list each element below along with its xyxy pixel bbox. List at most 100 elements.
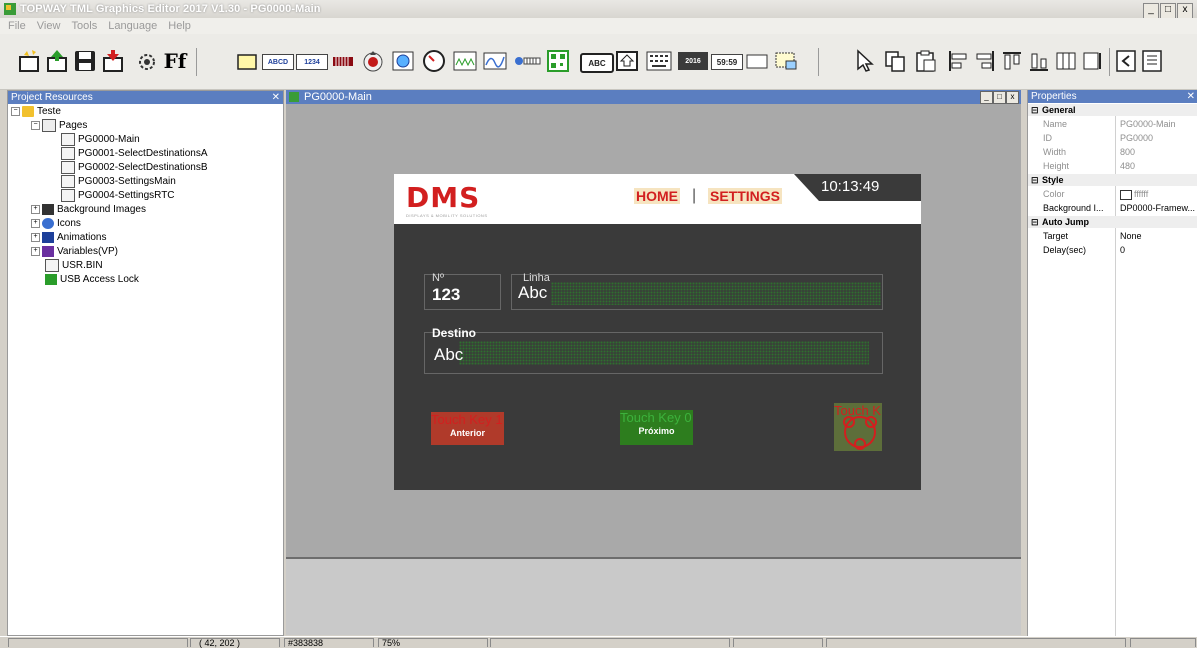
align-bottom-icon[interactable] [1027, 46, 1051, 76]
knob-icon[interactable] [360, 46, 386, 76]
property-row[interactable]: ID PG0000 [1028, 132, 1197, 144]
property-value[interactable]: ffffff [1134, 188, 1148, 200]
qr-icon[interactable] [545, 46, 571, 76]
panel-pin-close[interactable]: ✕ [267, 91, 280, 104]
section-auto-jump[interactable]: ⊟ Auto Jump [1028, 216, 1197, 228]
expand-toggle[interactable]: + [31, 232, 40, 242]
property-value[interactable]: None [1120, 230, 1142, 242]
abc-input-icon[interactable]: ABC [580, 53, 614, 73]
property-row[interactable]: Name PG0000-Main [1028, 118, 1197, 130]
section-style[interactable]: ⊟ Style [1028, 174, 1197, 186]
settings-icon[interactable] [134, 46, 160, 76]
collapse-toggle[interactable]: ⊟ [1031, 104, 1039, 116]
slider-icon[interactable] [512, 46, 542, 76]
align-top-icon[interactable] [1000, 46, 1024, 76]
page-preview[interactable]: DMS DISPLAYS & MOBILITY SOLUTIONS HOME |… [394, 174, 921, 490]
nav-home[interactable]: HOME [634, 188, 680, 204]
page-icon [61, 175, 75, 188]
menu-language[interactable]: Language [108, 18, 157, 34]
tree-usr-bin[interactable]: USR.BIN [45, 259, 103, 273]
close-button[interactable]: x [1177, 3, 1193, 19]
expand-toggle[interactable]: + [31, 246, 40, 256]
gauge-icon[interactable] [421, 46, 447, 76]
nav-separator: | [692, 187, 697, 204]
tree-label: Variables(VP) [57, 246, 118, 257]
expand-toggle[interactable]: + [31, 218, 40, 228]
time-icon[interactable]: 59:59 [711, 54, 743, 70]
text-abcd-icon[interactable]: ABCD [262, 54, 294, 70]
line-chart-icon[interactable] [482, 46, 508, 76]
rect-area-icon[interactable] [235, 46, 259, 76]
collapse-toggle[interactable]: − [31, 121, 40, 130]
section-general[interactable]: ⊟ General [1028, 104, 1197, 116]
tree-page-item[interactable]: PG0002-SelectDestinationsB [61, 161, 208, 175]
properties-panel: Properties ✕ ⊟ General Name PG0000-Main ID… [1027, 90, 1197, 636]
property-value[interactable]: DP0000-Framew... [1120, 202, 1195, 214]
distribute-icon[interactable] [1054, 46, 1078, 76]
tree-usb-access-lock[interactable]: USB Access Lock [45, 273, 139, 287]
color-swatch[interactable] [1120, 190, 1132, 200]
paste-icon[interactable] [913, 46, 939, 76]
panel-pin-close[interactable]: ✕ [1182, 90, 1195, 103]
bar-icon[interactable] [330, 46, 356, 76]
maximize-button[interactable]: □ [1160, 3, 1176, 19]
copy-icon[interactable] [882, 46, 908, 76]
property-value[interactable]: 0 [1120, 244, 1125, 256]
folder-icon [22, 105, 34, 117]
tree-animations[interactable]: + Animations [31, 231, 106, 245]
menu-view[interactable]: View [37, 18, 61, 34]
property-row[interactable]: Target None [1028, 230, 1197, 242]
touch-key-icon[interactable] [390, 46, 416, 76]
menu-help[interactable]: Help [168, 18, 191, 34]
align-left-icon[interactable] [946, 46, 970, 76]
image-icon [42, 203, 54, 215]
tree-variables[interactable]: + Variables(VP) [31, 245, 118, 259]
property-row[interactable]: Delay(sec) 0 [1028, 244, 1197, 256]
tree-page-item[interactable]: PG0004-SettingsRTC [61, 189, 175, 203]
expand-toggle[interactable]: + [31, 204, 40, 214]
pointer-icon[interactable] [852, 46, 878, 76]
popup-key-icon[interactable] [614, 46, 640, 76]
more-icon[interactable] [1140, 46, 1164, 76]
property-row[interactable]: Width 800 [1028, 146, 1197, 158]
menu-tools[interactable]: Tools [72, 18, 98, 34]
save-icon[interactable] [72, 46, 98, 76]
tree-root[interactable]: − Teste [11, 105, 61, 119]
collapse-toggle[interactable]: ⊟ [1031, 174, 1039, 186]
property-value[interactable]: 800 [1120, 146, 1135, 158]
export-icon[interactable] [100, 46, 126, 76]
size-icon[interactable] [1081, 46, 1105, 76]
menu-file[interactable]: File [8, 18, 26, 34]
align-right-icon[interactable] [973, 46, 997, 76]
frame-icon[interactable] [744, 46, 770, 76]
tree-page-item[interactable]: PG0001-SelectDestinationsA [61, 147, 208, 161]
property-row[interactable]: Color ffffff [1028, 188, 1197, 200]
waveform-icon[interactable] [452, 46, 478, 76]
editor-minimize-button[interactable]: _ [980, 91, 993, 104]
tree-background-images[interactable]: + Background Images [31, 203, 146, 217]
select-area-icon[interactable] [773, 46, 799, 76]
font-icon[interactable]: Ff [162, 46, 188, 76]
keyboard-icon[interactable] [644, 46, 674, 76]
editor-restore-button[interactable]: □ [993, 91, 1006, 104]
tree-page-item[interactable]: PG0003-SettingsMain [61, 175, 176, 189]
open-project-icon[interactable] [44, 46, 70, 76]
property-row[interactable]: Background I... DP0000-Framew... [1028, 202, 1197, 214]
date-icon[interactable]: 2016 [678, 52, 708, 70]
property-value[interactable]: 480 [1120, 160, 1135, 172]
minimize-button[interactable]: _ [1143, 3, 1159, 19]
collapse-toggle[interactable]: − [11, 106, 20, 116]
collapse-toggle[interactable]: ⊟ [1031, 216, 1039, 228]
tree-page-item[interactable]: PG0000-Main [61, 133, 140, 147]
tree-pages[interactable]: − Pages [31, 119, 87, 133]
nav-settings[interactable]: SETTINGS [708, 188, 783, 204]
editor-tab-title[interactable]: PG0000-Main [304, 90, 372, 104]
new-project-icon[interactable] [16, 46, 42, 76]
property-value[interactable]: PG0000 [1120, 132, 1153, 144]
number-1234-icon[interactable]: 1234 [296, 54, 328, 70]
editor-close-button[interactable]: x [1006, 91, 1019, 104]
order-icon[interactable] [1114, 46, 1138, 76]
property-row[interactable]: Height 480 [1028, 160, 1197, 172]
tree-icons[interactable]: + Icons [31, 217, 81, 231]
property-value[interactable]: PG0000-Main [1120, 118, 1176, 130]
